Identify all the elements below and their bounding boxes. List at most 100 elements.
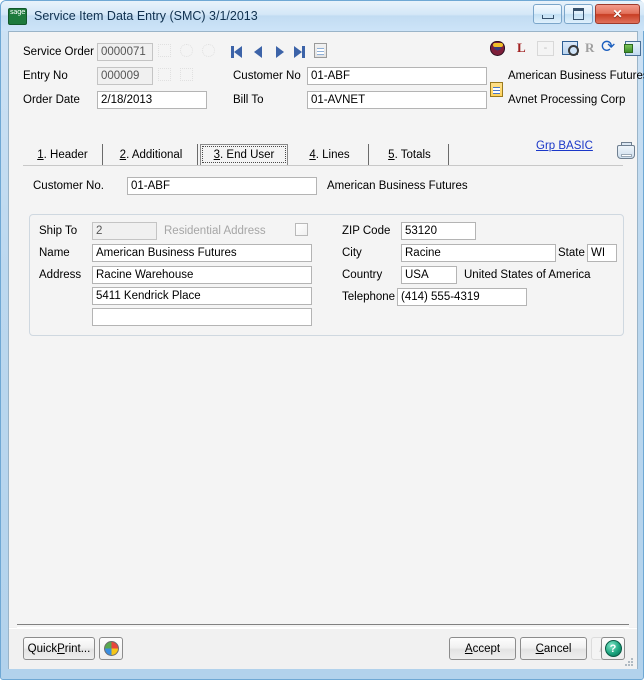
help-icon: ? — [604, 640, 622, 657]
customer-no-input[interactable]: 01-ABF — [307, 67, 487, 85]
bill-to-name-text: Avnet Processing Corp — [508, 94, 626, 106]
accept-button[interactable]: Accept — [449, 637, 516, 660]
name-label: Name — [39, 247, 70, 259]
residential-address-checkbox[interactable] — [295, 223, 308, 236]
service-order-search-icon[interactable] — [202, 44, 215, 57]
entry-no-label: Entry No — [23, 70, 68, 82]
inquiry-icon[interactable] — [562, 41, 579, 56]
tab-strip: 1. Header 2. Additional 3. End User 4. L… — [23, 144, 623, 166]
grp-basic-link[interactable]: Grp BASIC — [536, 140, 593, 152]
tab-lines-label: . Lines — [315, 148, 350, 161]
zip-code-input[interactable]: 53120 — [401, 222, 476, 240]
service-order-lookup-icon[interactable] — [158, 44, 171, 57]
letter-l-icon[interactable]: L — [517, 40, 526, 56]
cancel-button[interactable]: Cancel — [520, 637, 587, 660]
tab-separator — [23, 165, 623, 166]
ship-to-input[interactable]: 2 — [92, 222, 157, 240]
minimize-button[interactable] — [533, 4, 562, 24]
service-order-input[interactable]: 0000071 — [97, 43, 153, 61]
tab-header-label: . Header — [43, 148, 88, 161]
entry-no-next-number-icon[interactable] — [180, 68, 193, 81]
print-options-button[interactable] — [99, 637, 123, 660]
minimize-icon — [541, 14, 554, 19]
footer-bar: QuickPrint... Accept Cancel /- ? — [9, 628, 637, 669]
close-button[interactable]: ✕ — [595, 4, 640, 24]
main-customer-name-text: American Business Futures — [327, 180, 468, 192]
quick-print-button[interactable]: Quick Print... — [23, 637, 95, 660]
address-line3-input[interactable] — [92, 308, 312, 326]
application-window: Service Item Data Entry (SMC) 3/1/2013 ✕… — [0, 0, 644, 680]
last-record-button[interactable] — [292, 44, 307, 59]
country-input[interactable]: USA — [401, 266, 457, 284]
quick-print-accel: P — [57, 642, 65, 655]
tab-totals[interactable]: 5. Totals — [371, 144, 449, 165]
order-date-input[interactable]: 2/18/2013 — [97, 91, 207, 109]
ship-to-label: Ship To — [39, 225, 78, 237]
tab-end-user-label: . End User — [220, 149, 275, 161]
country-label: Country — [342, 269, 383, 281]
service-order-next-number-icon[interactable] — [180, 44, 193, 57]
state-input[interactable]: WI — [587, 244, 617, 262]
window-title: Service Item Data Entry (SMC) 3/1/2013 — [34, 9, 258, 23]
restore-button[interactable] — [564, 4, 593, 24]
printer-icon[interactable] — [617, 142, 635, 159]
first-record-button[interactable] — [229, 44, 244, 59]
sage-logo-icon — [8, 7, 27, 25]
previous-record-icon — [253, 45, 262, 58]
title-bar[interactable]: Service Item Data Entry (SMC) 3/1/2013 ✕ — [1, 1, 644, 31]
entry-no-input[interactable]: 000009 — [97, 67, 153, 85]
residential-address-label: Residential Address — [164, 225, 266, 237]
city-input[interactable]: Racine — [401, 244, 556, 262]
cancel-label: ancel — [543, 642, 572, 655]
customer-memo-icon[interactable] — [490, 82, 503, 97]
city-label: City — [342, 247, 362, 259]
address-line2-input[interactable]: 5411 Kendrick Place — [92, 287, 312, 305]
restore-icon — [573, 8, 584, 20]
tab-end-user[interactable]: 3. End User — [200, 144, 288, 165]
main-customer-no-input[interactable]: 01-ABF — [127, 177, 317, 195]
quick-print-suffix: rint... — [64, 642, 91, 655]
order-date-label: Order Date — [23, 94, 80, 106]
entry-no-lookup-icon[interactable] — [158, 68, 171, 81]
quick-print-prefix: Quick — [27, 642, 58, 655]
form-area: Service Order 0000071 L - R ⟳ Entry No 0… — [9, 32, 644, 628]
dash-button[interactable]: - — [537, 41, 554, 56]
memo-icon[interactable] — [314, 43, 327, 58]
tab-totals-label: . Totals — [394, 148, 431, 161]
zip-code-label: ZIP Code — [342, 225, 391, 237]
address-label: Address — [39, 269, 82, 281]
cancel-accel: C — [535, 642, 544, 655]
owl-icon[interactable] — [490, 41, 505, 56]
close-icon: ✕ — [612, 7, 623, 21]
pinwheel-print-icon — [103, 641, 119, 656]
country-name-text: United States of America — [464, 269, 591, 281]
customer-name-text: American Business Futures — [508, 70, 644, 82]
tab-additional-label: . Additional — [126, 148, 183, 161]
service-order-label: Service Order — [23, 46, 94, 58]
accept-label: ccept — [472, 642, 501, 655]
last-record-icon — [302, 45, 305, 58]
address-line1-input[interactable]: Racine Warehouse — [92, 266, 312, 284]
tab-header[interactable]: 1. Header — [23, 144, 103, 165]
resize-grip[interactable] — [624, 657, 634, 667]
state-label: State — [558, 247, 585, 259]
next-record-button[interactable] — [272, 44, 287, 59]
tab-lines[interactable]: 4. Lines — [291, 144, 369, 165]
client-area: Service Order 0000071 L - R ⟳ Entry No 0… — [8, 31, 644, 669]
refresh-icon[interactable]: ⟳ — [601, 39, 615, 56]
telephone-label: Telephone — [342, 291, 396, 303]
export-icon[interactable] — [624, 41, 641, 56]
next-record-icon — [275, 45, 284, 58]
name-input[interactable]: American Business Futures — [92, 244, 312, 262]
previous-record-button[interactable] — [250, 44, 265, 59]
accept-accel: A — [464, 642, 473, 655]
customer-no-label: Customer No — [233, 70, 301, 82]
letter-r-icon[interactable]: R — [585, 40, 594, 56]
tab-additional[interactable]: 2. Additional — [105, 144, 198, 165]
bill-to-label: Bill To — [233, 94, 264, 106]
bill-to-input[interactable]: 01-AVNET — [307, 91, 487, 109]
window-controls: ✕ — [533, 4, 640, 24]
telephone-input[interactable]: (414) 555-4319 — [397, 288, 527, 306]
main-customer-no-label: Customer No. — [33, 180, 104, 192]
help-button[interactable]: ? — [601, 637, 625, 660]
